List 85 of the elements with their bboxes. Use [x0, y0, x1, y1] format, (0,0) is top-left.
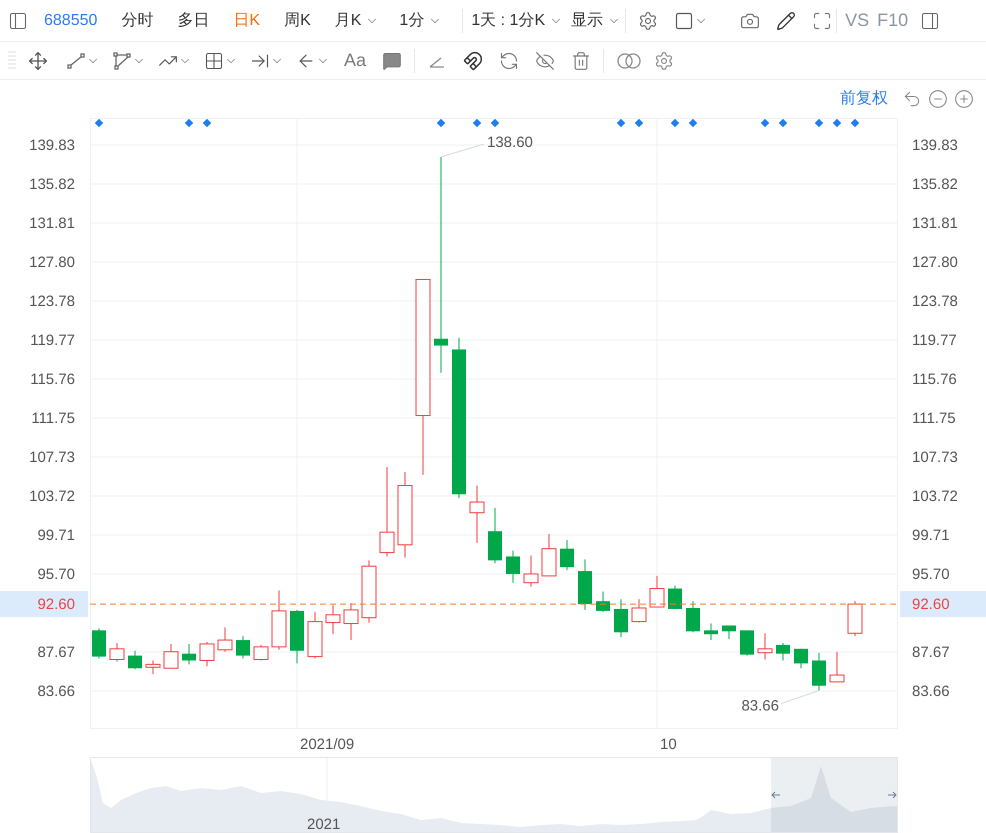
comment-icon[interactable] — [382, 50, 402, 70]
stock-code[interactable]: 688550 — [44, 8, 98, 32]
event-marker[interactable] — [472, 118, 482, 128]
event-marker[interactable] — [850, 118, 860, 128]
zoom-out-icon[interactable] — [928, 89, 948, 109]
circles-icon[interactable] — [616, 50, 642, 70]
event-marker[interactable] — [436, 118, 446, 128]
event-marker[interactable] — [94, 118, 104, 128]
axis-label: 139.83 — [912, 137, 958, 154]
axis-label: 103.72 — [29, 488, 75, 505]
grip-icon — [8, 50, 16, 72]
axis-label: 95.70 — [912, 566, 950, 583]
period-tab[interactable]: 月K — [330, 8, 366, 32]
period-tab[interactable]: 1分 — [395, 8, 428, 32]
display-dropdown[interactable]: 显示 — [567, 8, 608, 32]
axis-label: 127.80 — [912, 254, 958, 271]
axis-label: 123.78 — [912, 293, 958, 310]
axis-label: 99.71 — [912, 527, 950, 544]
magnet-icon[interactable] — [463, 50, 484, 70]
event-marker[interactable] — [616, 118, 626, 128]
event-marker[interactable] — [760, 118, 770, 128]
event-marker[interactable] — [202, 118, 212, 128]
axis-label: 119.77 — [912, 332, 957, 349]
axis-label: 107.73 — [912, 449, 958, 466]
trash-icon[interactable] — [571, 50, 592, 70]
axis-label: 135.82 — [29, 176, 75, 193]
axis-label: 115.76 — [30, 370, 75, 388]
axis-label: 123.78 — [29, 293, 75, 310]
zoom-in-icon[interactable] — [954, 89, 974, 109]
axis-label: 127.80 — [29, 254, 75, 271]
axis-label: 119.77 — [30, 332, 75, 349]
date-label: 2021/09 — [300, 736, 354, 753]
adjust-link[interactable]: 前复权 — [840, 87, 888, 111]
left-handle-icon[interactable] — [771, 791, 781, 799]
event-marker[interactable] — [778, 118, 788, 128]
move-icon[interactable] — [28, 50, 48, 70]
axis-label: 95.70 — [37, 566, 75, 583]
event-marker[interactable] — [814, 118, 824, 128]
event-marker[interactable] — [634, 118, 644, 128]
event-marker[interactable] — [490, 118, 500, 128]
sync-icon[interactable] — [499, 50, 520, 70]
leader-line — [780, 690, 820, 704]
period-tab[interactable]: 分时 — [117, 8, 158, 32]
settings-icon[interactable] — [654, 50, 674, 70]
panel-icon[interactable] — [8, 10, 28, 30]
event-marker[interactable] — [832, 118, 842, 128]
axis-label: 115.76 — [912, 370, 957, 388]
event-marker[interactable] — [688, 118, 698, 128]
axis-label: 103.72 — [912, 488, 958, 505]
settings-icon[interactable] — [638, 10, 658, 30]
axis-label: 111.75 — [31, 410, 75, 427]
text-tool[interactable]: Aa — [344, 47, 366, 74]
line-tool-icon[interactable] — [66, 50, 86, 70]
period-tab[interactable]: 周K — [280, 8, 315, 32]
axis-label: 135.82 — [912, 176, 958, 193]
axis-label: 131.81 — [29, 214, 75, 232]
eye-off-icon[interactable] — [535, 50, 556, 70]
price-tag-label: 92.60 — [37, 596, 75, 614]
panel-icon[interactable] — [920, 10, 940, 30]
square-icon[interactable] — [674, 10, 694, 30]
axis-label: 111.75 — [912, 410, 956, 427]
axis-label: 139.83 — [29, 137, 75, 154]
axis-label: 83.66 — [912, 683, 950, 700]
date-label: 10 — [660, 736, 677, 753]
grid-icon[interactable] — [204, 50, 224, 70]
polyline-tool-icon[interactable] — [112, 50, 132, 70]
undo-icon[interactable] — [902, 89, 922, 109]
leader-line — [440, 143, 484, 158]
price-tag-label: 92.60 — [912, 596, 950, 614]
expand-icon[interactable] — [812, 10, 832, 30]
axis-label: 87.67 — [37, 644, 75, 662]
interval-dropdown[interactable]: 1天 : 1分K — [467, 8, 550, 32]
axis-label: 107.73 — [29, 449, 75, 466]
right-handle-icon[interactable] — [887, 791, 897, 799]
event-marker[interactable] — [670, 118, 680, 128]
axis-label: 99.71 — [37, 527, 75, 544]
pencil-icon[interactable] — [776, 10, 796, 30]
event-marker[interactable] — [184, 118, 194, 128]
high-price-label: 138.60 — [487, 134, 533, 151]
axis-label: 131.81 — [912, 214, 958, 232]
axis-label: 87.67 — [912, 644, 950, 662]
period-tab[interactable]: 多日 — [173, 8, 214, 32]
year-label: 2021 — [307, 815, 340, 833]
axis-label: 83.66 — [37, 683, 75, 700]
low-price-label: 83.66 — [741, 698, 779, 715]
